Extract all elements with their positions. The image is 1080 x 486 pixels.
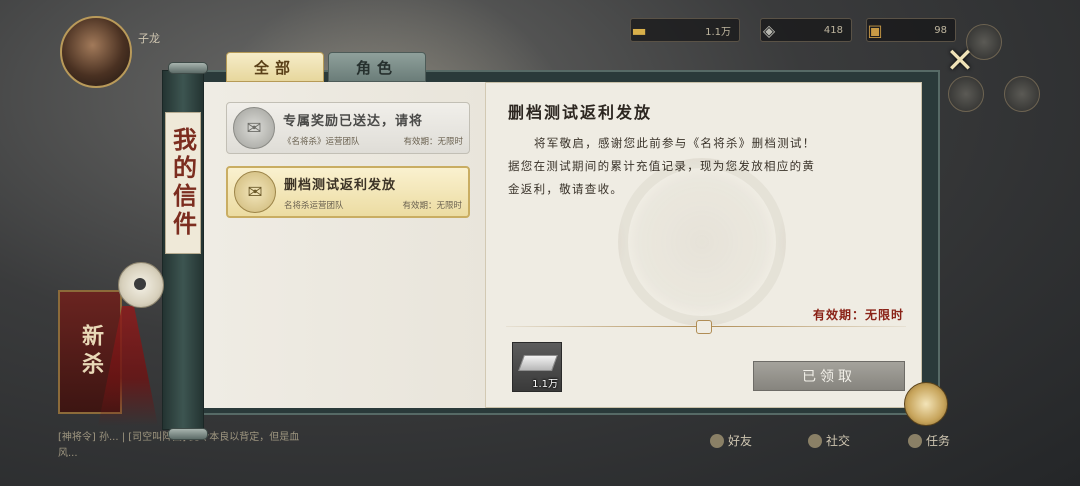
- scroll-rod-top: [168, 62, 208, 74]
- side-menu-icon[interactable]: [948, 76, 984, 112]
- mail-item-sender: 《名将杀》运营团队: [283, 136, 360, 147]
- mail-envelope-icon: ✉: [233, 107, 275, 149]
- tab-character[interactable]: 角色: [328, 52, 426, 82]
- player-avatar[interactable]: [60, 16, 132, 88]
- tasks-button[interactable]: 任务: [908, 432, 950, 449]
- attachment-slot[interactable]: 1.1万: [512, 342, 562, 392]
- side-menu-icon-2[interactable]: [1004, 76, 1040, 112]
- resource-gold-value: 1.1万: [705, 26, 731, 38]
- dragon-ornament-icon: [904, 382, 948, 426]
- mail-item-title: 删档测试返利发放: [284, 177, 397, 193]
- attachment-quantity: 1.1万: [532, 379, 558, 390]
- close-button[interactable]: ✕: [942, 44, 978, 80]
- mail-item-title: 专属奖励已送达，请将: [283, 113, 424, 129]
- mail-detail-body: 将军敬启，感谢您此前参与《名将杀》删档测试！ 据您在测试期间的累计充值记录，现为…: [508, 132, 900, 201]
- resource-gold[interactable]: ▬ 1.1万: [630, 18, 740, 42]
- social-label: 社交: [826, 434, 851, 448]
- friends-button[interactable]: 好友: [710, 432, 752, 449]
- tasks-icon: [908, 433, 922, 448]
- mail-body-line: 将军敬启，感谢您此前参与《名将杀》删档测试！: [534, 136, 816, 150]
- mail-envelope-icon: ✉: [234, 171, 276, 213]
- social-button[interactable]: 社交: [808, 432, 850, 449]
- mail-item-selected[interactable]: ✉ 删档测试返利发放 名将杀运营团队 有效期：无限时: [226, 166, 470, 218]
- resource-coin-value: 418: [823, 24, 843, 36]
- resource-chest[interactable]: ▣ 98: [866, 18, 956, 42]
- mail-body-line: 金返利，敬请查收。: [508, 182, 624, 196]
- resource-chest-value: 98: [934, 24, 947, 36]
- tasks-label: 任务: [926, 434, 951, 448]
- friends-label: 好友: [728, 434, 753, 448]
- scroll-rod-bottom: [168, 428, 208, 440]
- player-name: 子龙: [138, 32, 160, 45]
- mailbox-title: 我的信件: [168, 127, 198, 239]
- social-icon: [808, 433, 822, 448]
- mail-item-sender: 名将杀运营团队: [284, 200, 344, 211]
- claimed-button[interactable]: 已领取: [753, 361, 905, 391]
- mailbox-title-scroll: 我的信件: [165, 112, 201, 254]
- friends-icon: [710, 433, 724, 448]
- mail-item[interactable]: ✉ 专属奖励已送达，请将 《名将杀》运营团队 有效期：无限时: [226, 102, 470, 154]
- coin-icon: ◈: [762, 20, 776, 40]
- mail-detail-validity: 有效期：无限时: [812, 308, 904, 322]
- gold-ingot-icon: ▬: [631, 20, 647, 40]
- mail-body-line: 据您在测试期间的累计充值记录，现为您发放相应的黄: [508, 159, 816, 173]
- chest-icon: ▣: [867, 20, 883, 40]
- mailbox-tabs: 全部 角色: [226, 52, 426, 82]
- mail-detail-title: 删档测试返利发放: [508, 103, 653, 122]
- jade-pendant-icon: [118, 262, 164, 308]
- resource-coin[interactable]: ◈ 418: [760, 18, 852, 42]
- mail-item-validity: 有效期：无限时: [402, 200, 462, 211]
- silver-ingot-icon: [518, 355, 558, 371]
- divider-ornament: [696, 320, 712, 334]
- tab-all[interactable]: 全部: [226, 52, 324, 82]
- mail-item-validity: 有效期：无限时: [403, 136, 463, 147]
